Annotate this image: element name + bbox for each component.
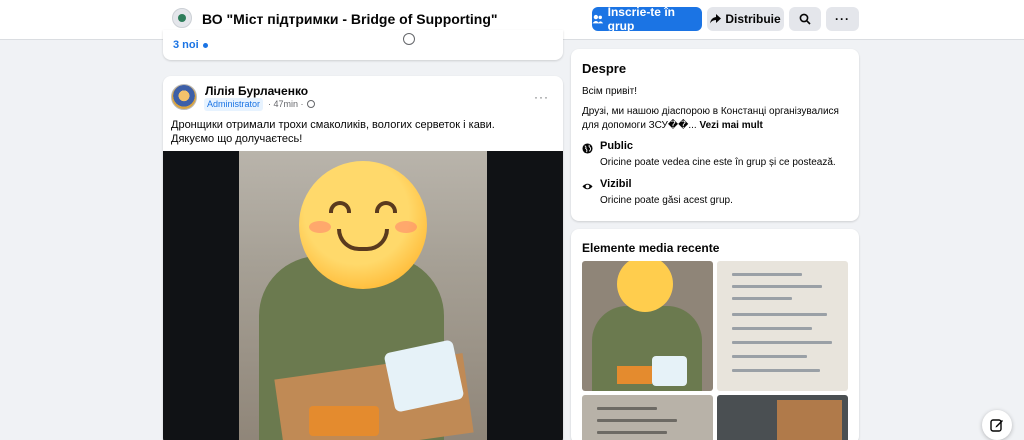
post-meta: · 47min ·: [268, 99, 315, 109]
search-button[interactable]: [789, 7, 821, 31]
see-more-link[interactable]: Vezi mai mult: [699, 120, 762, 131]
post-time[interactable]: · 47min ·: [268, 99, 304, 109]
about-greeting: Всім привіт!: [582, 86, 637, 97]
media-thumbnail[interactable]: [717, 261, 848, 391]
group-logo-icon: [178, 14, 186, 22]
about-card: Despre Всім привіт! Друзі, ми нашою діас…: [571, 49, 859, 221]
unread-dot-icon: [202, 42, 208, 48]
share-arrow-icon: [710, 14, 722, 24]
group-avatar[interactable]: [172, 8, 192, 28]
recent-media-title: Elemente media recente: [582, 241, 720, 255]
post-photo[interactable]: [163, 151, 563, 440]
post-text-line: Дронщики отримали трохи смаколиків, воло…: [171, 119, 495, 131]
new-comments-link[interactable]: 3 noi: [173, 39, 208, 51]
edit-icon: [990, 419, 1003, 432]
document-line: [732, 369, 820, 372]
visibility-title: Vizibil: [600, 178, 632, 190]
photo-snacks: [309, 406, 379, 436]
group-title[interactable]: ВО "Міст підтримки - Bridge of Supportin…: [202, 11, 498, 27]
post-options-button[interactable]: ···: [534, 90, 549, 104]
thumb-box: [777, 400, 842, 440]
search-icon: [799, 13, 811, 25]
document-line: [597, 419, 677, 422]
media-thumbnail[interactable]: [582, 395, 713, 440]
media-thumbnail[interactable]: [717, 395, 848, 440]
share-label: Distribuie: [725, 12, 781, 26]
author-name[interactable]: Лілія Бурлаченко: [205, 84, 308, 98]
join-group-button[interactable]: Înscrie-te în grup: [592, 5, 702, 33]
share-button[interactable]: Distribuie: [707, 7, 784, 31]
new-comments-label: 3 noi: [173, 39, 199, 51]
smiling-face-emoji-icon: [617, 261, 673, 312]
document-line: [732, 273, 802, 276]
photo-content: [239, 151, 487, 440]
about-description: Друзі, ми нашою діаспорою в Констанці ор…: [582, 105, 850, 133]
media-thumbnail[interactable]: [582, 261, 713, 391]
admin-badge: Administrator: [204, 98, 264, 111]
privacy-title: Public: [600, 140, 634, 152]
thumb-snacks: [617, 366, 652, 384]
smiling-face-emoji-icon: [299, 161, 427, 289]
document-line: [732, 285, 822, 288]
eye-icon: [582, 183, 593, 190]
author-avatar[interactable]: [171, 84, 197, 110]
document-line: [732, 341, 832, 344]
document-line: [732, 327, 812, 330]
users-icon: [592, 14, 604, 24]
post-text: Дронщики отримали трохи смаколиків, воло…: [171, 118, 551, 146]
recent-media-card: Elemente media recente: [571, 229, 859, 440]
globe-icon: [306, 100, 315, 108]
previous-post-card: 3 noi: [163, 30, 563, 60]
document-line: [597, 431, 667, 434]
document-line: [732, 297, 792, 300]
document-line: [732, 313, 827, 316]
post-text-line: Дякуємо що долучаєтесь!: [171, 133, 303, 145]
thumb-pack: [652, 356, 687, 386]
document-line: [597, 407, 657, 410]
new-message-button[interactable]: [982, 410, 1012, 440]
about-title: Despre: [582, 61, 627, 76]
join-group-label: Înscrie-te în grup: [607, 5, 675, 33]
info-icon[interactable]: [403, 33, 415, 45]
document-line: [732, 355, 807, 358]
privacy-description: Oricine poate vedea cine este în grup și…: [600, 157, 836, 168]
globe-icon: [582, 143, 593, 154]
visibility-description: Oricine poate găsi acest grup.: [600, 195, 733, 206]
post-card: Лілія Бурлаченко Administrator · 47min ·…: [163, 76, 563, 440]
more-options-button[interactable]: ···: [826, 7, 859, 31]
